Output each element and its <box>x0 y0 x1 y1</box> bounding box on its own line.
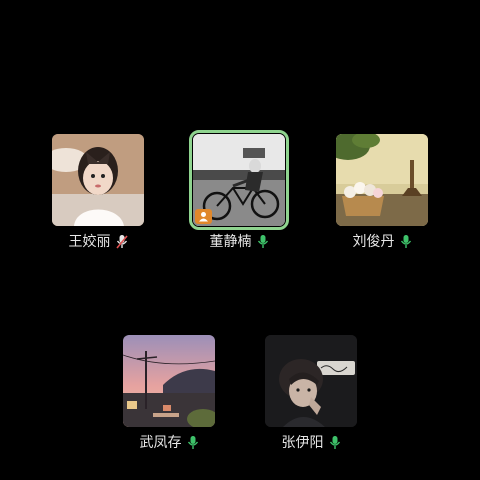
participant-label-dongjingnan: 董静楠 <box>164 232 314 252</box>
note-sticker <box>317 361 355 375</box>
participant-name: 董静楠 <box>209 234 252 250</box>
avatar-girl <box>52 134 144 226</box>
mic-on-icon <box>187 435 199 451</box>
mic-on-icon <box>400 234 412 250</box>
participant-name: 刘俊丹 <box>352 234 395 250</box>
mic-on-icon <box>257 234 269 250</box>
participant-tile-liujundan[interactable] <box>336 134 428 226</box>
host-icon <box>199 212 208 222</box>
participant-tile-wufengcun[interactable] <box>123 335 215 427</box>
participant-label-wangjiaoli: 王姣丽 <box>23 232 173 252</box>
participant-name: 王姣丽 <box>68 234 111 250</box>
participant-name: 张伊阳 <box>281 435 324 451</box>
participant-label-liujundan: 刘俊丹 <box>307 232 457 252</box>
participant-label-wufengcun: 武凤存 <box>94 433 244 453</box>
avatar-sunset-street <box>123 335 215 427</box>
participant-label-zhangyiyang: 张伊阳 <box>236 433 386 453</box>
host-badge <box>195 209 212 224</box>
participant-name: 武凤存 <box>139 435 182 451</box>
mic-muted-icon <box>115 234 128 250</box>
participant-tile-wangjiaoli[interactable] <box>52 134 144 226</box>
avatar-portrait-dark <box>265 335 357 427</box>
avatar-flower-basket <box>336 134 428 226</box>
mic-on-icon <box>329 435 341 451</box>
meeting-grid: 王姣丽 董静楠 刘俊丹 武凤存 张伊阳 <box>0 0 480 480</box>
participant-tile-zhangyiyang[interactable] <box>265 335 357 427</box>
participant-tile-dongjingnan[interactable] <box>189 130 289 230</box>
